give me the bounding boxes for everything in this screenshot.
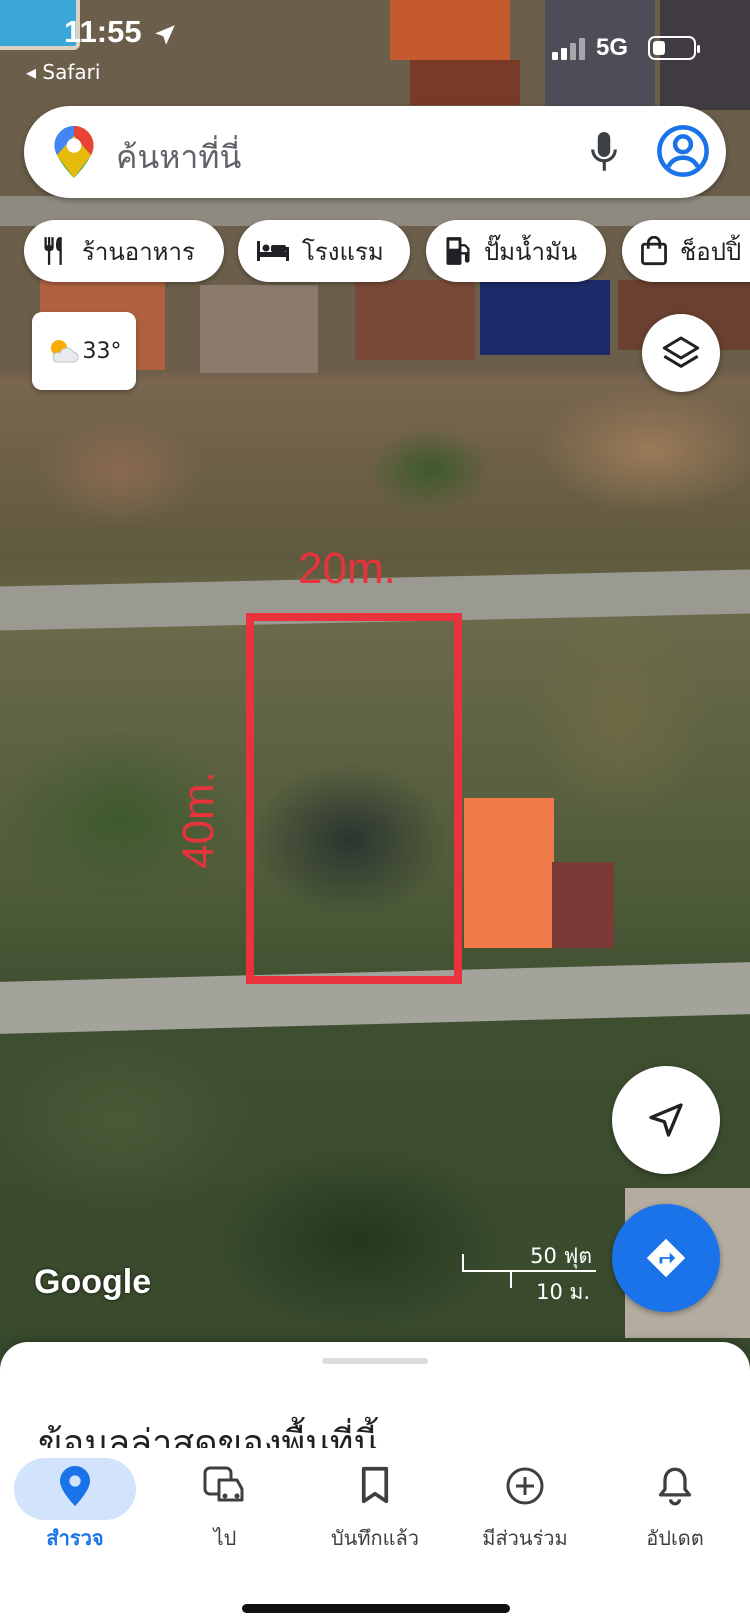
- nav-label: บันทึกแล้ว: [330, 1526, 420, 1550]
- nav-saved[interactable]: บันทึกแล้ว: [300, 1448, 450, 1558]
- map-scale-bar: 50 ฟุต 10 ม.: [462, 1240, 596, 1304]
- sheet-drag-handle[interactable]: [322, 1358, 428, 1364]
- nav-label: สำรวจ: [46, 1526, 104, 1550]
- home-indicator: [242, 1604, 510, 1613]
- weather-badge[interactable]: 33°: [32, 312, 136, 390]
- chip-hotels[interactable]: โรงแรม: [238, 220, 410, 282]
- layers-icon: [662, 336, 700, 368]
- add-circle-icon: [506, 1467, 544, 1505]
- gas-station-icon: [446, 237, 470, 265]
- nav-updates[interactable]: อัปเดต: [600, 1448, 750, 1558]
- scale-meters: 10 ม.: [536, 1280, 590, 1304]
- network-type: 5G: [596, 34, 629, 61]
- directions-icon: [646, 1238, 686, 1278]
- nav-label: มีส่วนร่วม: [482, 1526, 568, 1550]
- map-building: [480, 280, 610, 355]
- google-attribution: Google: [34, 1263, 152, 1301]
- weather-temperature: 33°: [82, 338, 122, 364]
- map-building: [552, 862, 614, 948]
- search-bar[interactable]: ค้นหาที่นี่: [24, 106, 726, 198]
- chip-restaurants[interactable]: ร้านอาหาร: [24, 220, 224, 282]
- navigation-arrow-icon: [649, 1103, 683, 1137]
- nav-go[interactable]: ไป: [150, 1448, 300, 1558]
- chip-label: ช็อปปิ้: [680, 237, 742, 266]
- chip-label: โรงแรม: [302, 237, 384, 266]
- nav-label: ไป: [213, 1526, 237, 1550]
- status-bar: 11:55 ◂ Safari 5G: [0, 0, 750, 100]
- partly-cloudy-icon: [50, 340, 78, 363]
- map-building-orange-roof: [464, 798, 554, 948]
- chip-gas-stations[interactable]: ปั๊มน้ำมัน: [426, 220, 606, 282]
- map-building: [200, 285, 318, 373]
- battery-icon: [648, 36, 700, 60]
- microphone-icon[interactable]: [589, 130, 619, 174]
- status-time: 11:55: [64, 14, 142, 49]
- plot-width-label: 20m.: [298, 544, 396, 593]
- chip-label: ร้านอาหาร: [82, 237, 195, 266]
- restaurant-icon: [44, 237, 62, 265]
- plot-length-label: 40m.: [173, 771, 223, 869]
- bottom-navigation: สำรวจ ไป บันทึกแล้ว มีส่วนร่วม อัปเดต: [0, 1448, 750, 1623]
- nav-contribute[interactable]: มีส่วนร่วม: [450, 1448, 600, 1558]
- maps-pin-icon: [54, 126, 94, 178]
- bottom-sheet[interactable]: ข้อมูลล่าสุดของพื้นที่นี้: [0, 1342, 750, 1464]
- scale-tick: [462, 1254, 464, 1272]
- shopping-bag-icon: [641, 236, 667, 266]
- nav-label: อัปเดต: [646, 1526, 704, 1550]
- map-layers-button[interactable]: [642, 314, 720, 392]
- plot-boundary-rectangle: [246, 613, 462, 984]
- explore-pin-icon: [60, 1466, 90, 1506]
- chip-shopping[interactable]: ช็อปปิ้: [622, 220, 750, 282]
- scale-tick: [510, 1270, 512, 1288]
- account-icon[interactable]: [656, 124, 710, 178]
- nav-explore[interactable]: สำรวจ: [0, 1448, 150, 1558]
- my-location-button[interactable]: [612, 1066, 720, 1174]
- bell-icon: [658, 1467, 692, 1506]
- map-building: [355, 280, 475, 360]
- back-to-safari-link[interactable]: ◂ Safari: [26, 60, 100, 84]
- scale-feet: 50 ฟุต: [530, 1244, 592, 1268]
- commute-car-icon: [203, 1466, 244, 1502]
- bookmark-icon: [361, 1466, 389, 1504]
- chip-label: ปั๊มน้ำมัน: [484, 237, 578, 266]
- scale-line: [462, 1270, 596, 1272]
- hotel-icon: [257, 241, 289, 261]
- search-input[interactable]: ค้นหาที่นี่: [116, 132, 241, 183]
- signal-bars-icon: [552, 38, 585, 60]
- directions-button[interactable]: [612, 1204, 720, 1312]
- location-arrow-icon: [155, 25, 175, 45]
